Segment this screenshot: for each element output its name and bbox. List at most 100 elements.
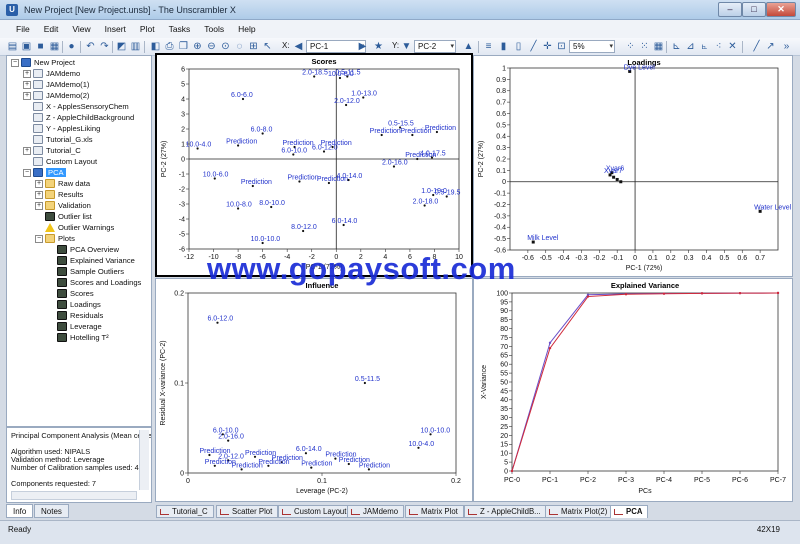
tree-item-folder[interactable]: + Raw data [35, 178, 90, 189]
menu-tools[interactable]: Tools [202, 23, 226, 35]
y-axis-select[interactable]: PC-2 ▾ [414, 40, 456, 53]
expand-icon[interactable]: + [35, 179, 43, 188]
tree-item-plot[interactable]: Loadings [57, 299, 101, 310]
tree-item-dataset[interactable]: + Tutorial_C [23, 145, 81, 156]
scatter-icon[interactable]: ⁖ [712, 40, 725, 53]
tree-item-plot[interactable]: Hotelling T² [57, 332, 109, 343]
doc-tab[interactable]: Scatter Plot [216, 505, 279, 518]
new-icon[interactable]: ▤ [6, 40, 19, 53]
tree-item-pca[interactable]: − PCA [23, 167, 66, 178]
undo-icon[interactable]: ↶ [84, 40, 97, 53]
explained-variance-chart[interactable]: Explained Variance 05 10 15 20 25 30 35 40 45 5055… [474, 279, 792, 501]
scores-chart[interactable]: Scores-12 -10 -8 -6 -4 -2 0 2 4 6 8 10-6-5-4-3-2-10… [157, 55, 471, 275]
table-icon[interactable]: ▥ [129, 40, 142, 53]
chart-icon[interactable]: ◩ [115, 40, 128, 53]
zoom-out-icon[interactable]: ⊖ [205, 40, 218, 53]
tree-item-dataset[interactable]: Tutorial_G.xls [33, 134, 93, 145]
copy-icon[interactable]: ❐ [177, 40, 190, 53]
axes-line-icon[interactable]: ⦜ [698, 40, 711, 53]
tree-item-project[interactable]: − New Project [11, 57, 75, 68]
menu-insert[interactable]: Insert [103, 23, 128, 35]
loadings-plot-panel[interactable]: Loadings -0.6 -0.5 -0.4 -0.3 -0.2 -0.1 0 0.1 0.2 0… [473, 55, 793, 277]
expand-icon[interactable]: + [23, 146, 31, 155]
tree-item-plot[interactable]: Leverage [57, 321, 102, 332]
draw-line-icon[interactable]: ╱ [750, 40, 763, 53]
tree-item-plot[interactable]: Residuals [57, 310, 103, 321]
menu-help[interactable]: Help [236, 23, 257, 35]
tree-item-outlier-warnings[interactable]: Outlier Warnings [45, 222, 114, 233]
expand-icon[interactable]: + [35, 201, 43, 210]
help-icon[interactable]: ● [65, 40, 78, 53]
tree-item-dataset[interactable]: + JAMdemo(1) [23, 79, 89, 90]
zoom-in-icon[interactable]: ⊕ [191, 40, 204, 53]
import-icon[interactable]: ▦ [48, 40, 61, 53]
crosshair-icon[interactable]: ✛ [541, 40, 554, 53]
menu-tasks[interactable]: Tasks [167, 23, 193, 35]
doc-tab[interactable]: Matrix Plot [405, 505, 464, 518]
tree-item-folder[interactable]: + Results [35, 189, 83, 200]
x-next-icon[interactable]: ▶ [356, 40, 369, 53]
select-grid-icon[interactable]: ⁙ [638, 40, 651, 53]
pointer-icon[interactable]: ↖ [261, 40, 274, 53]
tree-item-outlier-list[interactable]: Outlier list [45, 211, 92, 222]
redo-icon[interactable]: ↷ [98, 40, 111, 53]
zoom-select[interactable]: 5% ▾ [569, 40, 615, 53]
tree-item-folder[interactable]: + Validation [35, 200, 91, 211]
menu-file[interactable]: File [14, 23, 32, 35]
tree-item-dataset[interactable]: + JAMdemo(2) [23, 90, 89, 101]
doc-tab[interactable]: Custom Layout [278, 505, 353, 518]
collapse-icon[interactable]: − [11, 58, 19, 67]
collapse-icon[interactable]: − [23, 168, 31, 177]
menu-edit[interactable]: Edit [42, 23, 61, 35]
tree-item-folder[interactable]: − Plots [35, 233, 75, 244]
tab-info[interactable]: Info [6, 504, 34, 518]
influence-plot-panel[interactable]: Influence 0 0.1 0.2 0 0.1 0.2 Leverage (PC-2) Re… [155, 278, 473, 502]
doc-tab-active[interactable]: PCA [610, 505, 649, 518]
open-icon[interactable]: ▣ [20, 40, 33, 53]
tree-item-dataset[interactable]: Z - AppleChildBackground [33, 112, 134, 123]
x-previous-icon[interactable]: ◀ [292, 40, 305, 53]
tree-item-plot[interactable]: Explained Variance [57, 255, 135, 266]
scores-plot-panel[interactable]: Scores -12 -10 -8 -6 -4 -2 0 2 4 6 8 10 -6 -5 -4 -3 -2 -1 0… [155, 53, 473, 277]
select-samples-icon[interactable]: ⁘ [624, 40, 637, 53]
star-icon[interactable]: ★ [372, 40, 385, 53]
menu-plot[interactable]: Plot [138, 23, 157, 35]
doc-tab[interactable]: Tutorial_C [156, 505, 214, 518]
lasso-icon[interactable]: ◌ [233, 40, 246, 53]
grid-icon[interactable]: ⊞ [247, 40, 260, 53]
toolbar-more-icon[interactable]: » [780, 40, 793, 53]
tree-item-dataset[interactable]: + JAMdemo [23, 68, 80, 79]
y-down-icon[interactable]: ▼ [400, 40, 413, 53]
collapse-icon[interactable]: − [35, 234, 43, 243]
regression-line-icon[interactable]: ╱ [527, 40, 540, 53]
info-horizontal-scrollbar[interactable] [11, 491, 137, 500]
tab-notes[interactable]: Notes [34, 504, 69, 518]
line-plot-icon[interactable]: ≡ [482, 40, 495, 53]
save-icon[interactable]: ■ [34, 40, 47, 53]
zoom-fit-icon[interactable]: ⊙ [219, 40, 232, 53]
marker-icon[interactable]: ⊡ [555, 40, 568, 53]
expand-icon[interactable]: + [23, 91, 31, 100]
expand-icon[interactable]: + [23, 69, 31, 78]
tree-item-plot[interactable]: Sample Outliers [57, 266, 124, 277]
info-scrollbar[interactable] [139, 430, 149, 490]
tree-item-plot[interactable]: Scores and Loadings [57, 277, 141, 288]
minimize-button[interactable]: – [718, 2, 742, 17]
expand-icon[interactable]: + [35, 190, 43, 199]
loadings-chart[interactable]: Loadings-0.6 -0.5 -0.4 -0.3 -0.2 -0.1 0 0.1 0.2 0… [474, 56, 792, 276]
doc-tab[interactable]: Z - AppleChildB... [464, 505, 547, 518]
tree-item-plot[interactable]: PCA Overview [57, 244, 119, 255]
tree-item-dataset[interactable]: Y - ApplesLiking [33, 123, 100, 134]
y-up-icon[interactable]: ▲ [462, 40, 475, 53]
doc-tab[interactable]: JAMdemo [347, 505, 405, 518]
doc-tab[interactable]: Matrix Plot(2) [545, 505, 614, 518]
expand-icon[interactable]: + [23, 80, 31, 89]
tree-item-dataset[interactable]: Custom Layout [33, 156, 97, 167]
print-icon[interactable]: ⎙ [163, 40, 176, 53]
menu-view[interactable]: View [70, 23, 92, 35]
histogram-icon[interactable]: ▯ [512, 40, 525, 53]
tree-item-plot[interactable]: Scores [57, 288, 94, 299]
tree-item-dataset[interactable]: X - ApplesSensoryChem [33, 101, 129, 112]
properties-icon[interactable]: ◧ [149, 40, 162, 53]
axes-bar-icon[interactable]: ⊿ [684, 40, 697, 53]
